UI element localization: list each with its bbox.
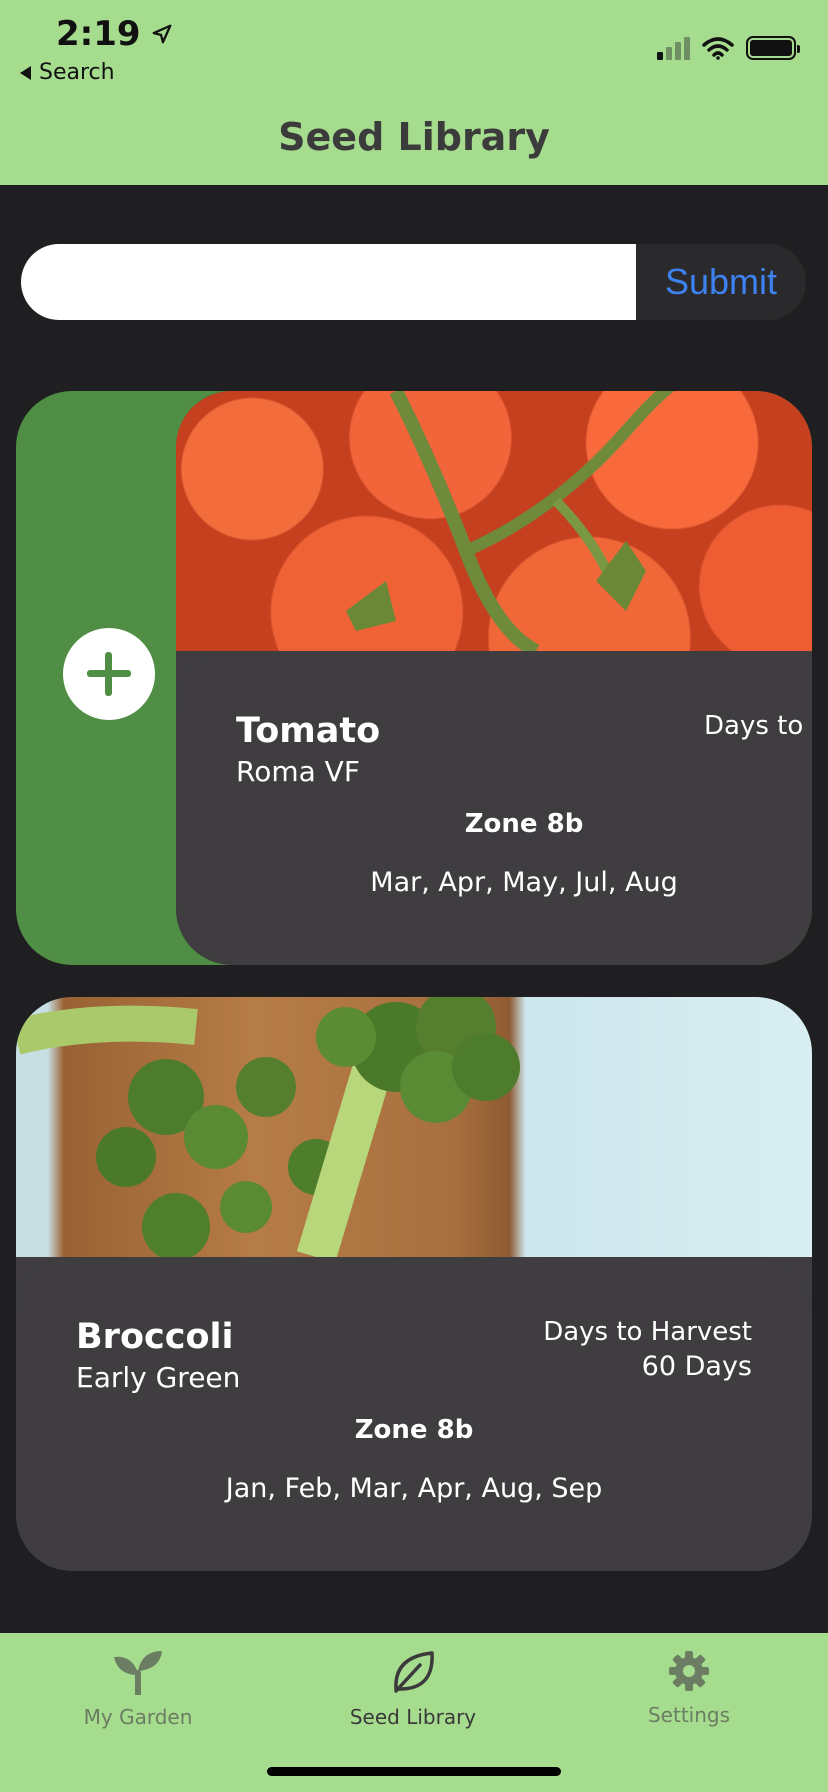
home-indicator[interactable] <box>267 1767 561 1776</box>
crop-variety: Roma VF <box>236 755 360 788</box>
tab-settings[interactable]: Settings <box>589 1649 789 1727</box>
broccoli-decoration <box>16 997 520 1257</box>
status-indicators <box>657 36 800 60</box>
cellular-signal-icon <box>657 36 690 60</box>
add-seed-button[interactable] <box>63 628 155 720</box>
tab-seed-library[interactable]: Seed Library <box>313 1649 513 1729</box>
seed-info-panel: Broccoli Early Green Days to Harvest 60 … <box>16 1257 812 1571</box>
wifi-icon <box>702 37 734 60</box>
navigation-header: 2:19 Search Seed Library <box>0 0 828 185</box>
seed-search-bar: Submit <box>21 244 806 320</box>
tab-label: Seed Library <box>349 1705 477 1729</box>
back-link-label: Search <box>39 60 115 85</box>
days-to-harvest-value: 60 Days <box>641 1351 752 1382</box>
sprout-icon <box>114 1651 162 1695</box>
planting-months: Mar, Apr, May, Jul, Aug <box>370 867 678 898</box>
seed-card-content[interactable]: Tomato Roma VF Days to Harvest Zone 8b M… <box>176 391 812 965</box>
status-time-text: 2:19 <box>56 14 141 54</box>
days-to-harvest-label: Days to Harvest <box>543 1317 752 1347</box>
tab-label: My Garden <box>83 1705 193 1729</box>
hardiness-zone: Zone 8b <box>464 809 584 839</box>
back-to-search-link[interactable]: Search <box>20 60 115 85</box>
back-triangle-icon <box>20 65 31 80</box>
seed-info-panel: Tomato Roma VF Days to Harvest Zone 8b M… <box>176 651 812 965</box>
tab-bar: My Garden Seed Library Settings <box>0 1633 828 1792</box>
location-arrow-icon <box>152 24 171 44</box>
seed-card-broccoli[interactable]: Broccoli Early Green Days to Harvest 60 … <box>16 997 812 1571</box>
tab-my-garden[interactable]: My Garden <box>38 1649 238 1729</box>
crop-name: Broccoli <box>76 1317 234 1357</box>
status-time: 2:19 <box>56 14 173 54</box>
tab-label: Settings <box>647 1703 731 1727</box>
page-title: Seed Library <box>278 115 550 159</box>
crop-name: Tomato <box>236 711 381 751</box>
gear-icon <box>669 1651 709 1691</box>
planting-months: Jan, Feb, Mar, Apr, Aug, Sep <box>225 1473 603 1504</box>
submit-button[interactable]: Submit <box>636 261 806 303</box>
hardiness-zone: Zone 8b <box>354 1415 474 1445</box>
leaf-icon <box>394 1651 434 1693</box>
crop-variety: Early Green <box>76 1361 241 1394</box>
seed-search-input[interactable] <box>21 244 636 320</box>
battery-icon <box>746 36 800 60</box>
seed-card-tomato[interactable]: Tomato Roma VF Days to Harvest Zone 8b M… <box>16 391 812 965</box>
broccoli-photo <box>16 997 812 1257</box>
tomato-vine-decoration <box>346 391 696 651</box>
days-to-harvest-label: Days to Harvest <box>704 711 812 741</box>
tomato-photo <box>176 391 812 651</box>
